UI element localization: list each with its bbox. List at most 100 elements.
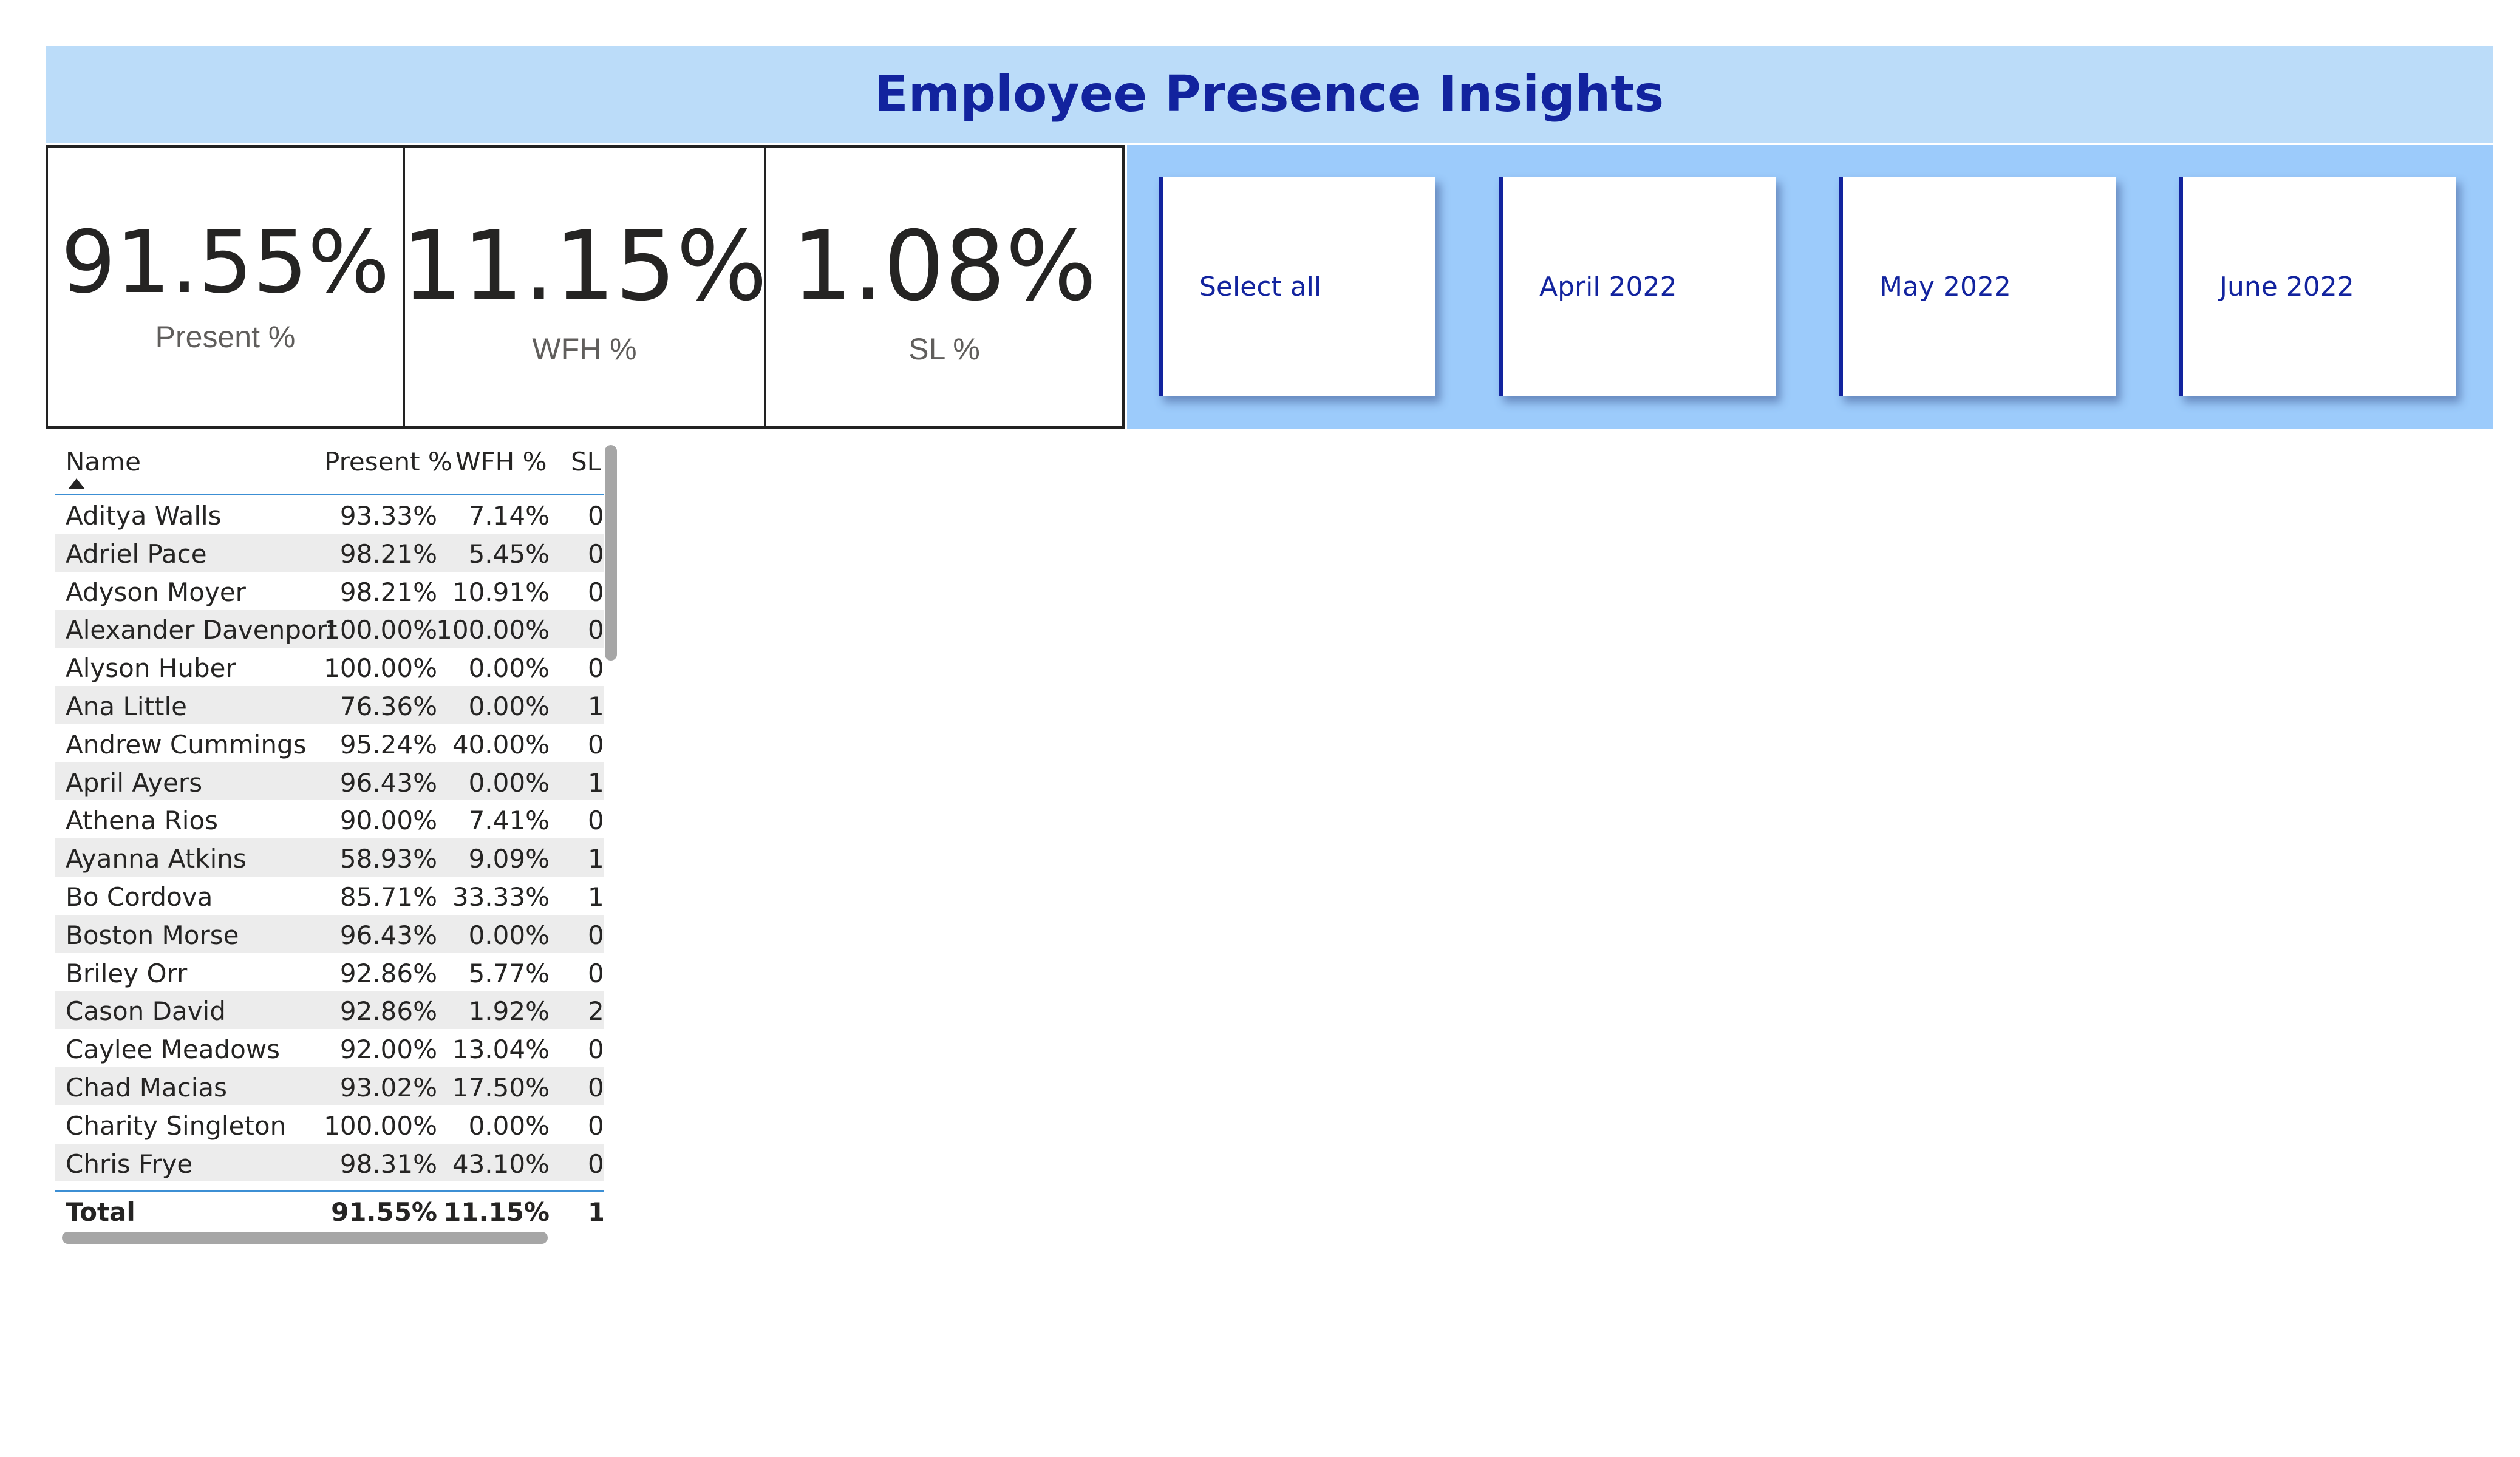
cell-wfh: 10.91% <box>452 577 550 607</box>
cell-wfh: 7.41% <box>468 806 550 836</box>
table-row[interactable]: Ana Little 76.36% 0.00% 1. <box>55 685 604 724</box>
cell-present: 92.86% <box>339 958 437 988</box>
cell-wfh: 33.33% <box>452 881 550 912</box>
cell-wfh: 0.00% <box>468 767 550 798</box>
cell-present: 96.43% <box>339 767 437 798</box>
table-row[interactable]: Ayanna Atkins 58.93% 9.09% 10. <box>55 838 604 877</box>
sort-ascending-icon <box>68 478 85 489</box>
cell-wfh: 1.92% <box>468 996 550 1027</box>
cell-name: Ayanna Atkins <box>66 844 247 874</box>
table-row[interactable]: April Ayers 96.43% 0.00% 1. <box>55 762 604 801</box>
cell-present: 92.00% <box>339 1034 437 1065</box>
cell-present: 85.71% <box>339 881 437 912</box>
cell-sl: 1. <box>588 767 603 798</box>
table-row[interactable]: Caylee Meadows 92.00% 13.04% 0. <box>55 1029 604 1067</box>
table-row[interactable]: Chad Macias 93.02% 17.50% 0. <box>55 1067 604 1105</box>
cell-present: 95.24% <box>339 729 437 759</box>
column-header-name[interactable]: Name <box>66 447 141 477</box>
cell-name: Charity Singleton <box>66 1110 287 1141</box>
cell-wfh: 0.00% <box>468 653 550 684</box>
horizontal-scrollbar[interactable] <box>62 1232 548 1244</box>
kpi-value: 11.15% <box>401 210 768 322</box>
kpi-card-sl: 1.08% SL % <box>764 145 1125 429</box>
cell-name: Briley Orr <box>66 958 188 988</box>
cell-present: 93.02% <box>339 1072 437 1102</box>
kpi-label: Present % <box>155 319 296 354</box>
cell-wfh: 0.00% <box>468 691 550 721</box>
cell-sl: 0. <box>588 577 603 607</box>
report-title: Employee Presence Insights <box>874 66 1664 123</box>
table-row[interactable]: Alyson Huber 100.00% 0.00% 0. <box>55 648 604 686</box>
table-body: Aditya Walls 93.33% 7.14% 0. Adriel Pace 98.2… <box>55 495 604 1187</box>
cell-sl: 0. <box>588 615 603 645</box>
table-row[interactable]: Adyson Moyer 98.21% 10.91% 0. <box>55 572 604 610</box>
cell-present: 100.00% <box>324 653 437 684</box>
cell-wfh: 13.04% <box>452 1034 550 1065</box>
cell-name: Adyson Moyer <box>66 577 246 607</box>
cell-name: Athena Rios <box>66 806 219 836</box>
column-header-sl[interactable]: SL <box>571 447 601 477</box>
column-header-present[interactable]: Present % <box>324 447 452 477</box>
table-row[interactable]: Charity Singleton 100.00% 0.00% 0. <box>55 1105 604 1144</box>
cell-present: 58.93% <box>339 844 437 874</box>
cell-name: Cason David <box>66 996 226 1027</box>
cell-wfh: 43.10% <box>452 1149 550 1179</box>
cell-wfh: 9.09% <box>468 844 550 874</box>
total-present: 91.55% <box>331 1197 437 1227</box>
cell-sl: 0. <box>588 1110 603 1141</box>
cell-name: Andrew Cummings <box>66 729 307 759</box>
cell-present: 90.00% <box>339 806 437 836</box>
table-row[interactable]: Adriel Pace 98.21% 5.45% 0. <box>55 533 604 572</box>
cell-wfh: 5.45% <box>468 538 550 569</box>
cell-present: 76.36% <box>339 691 437 721</box>
slicer-tile-april-2022[interactable]: April 2022 <box>1499 177 1776 396</box>
cell-name: Alyson Huber <box>66 653 236 684</box>
cell-sl: 0. <box>588 1149 603 1179</box>
cell-sl: 1. <box>588 691 603 721</box>
total-label: Total <box>66 1197 135 1227</box>
slicer-tile-select-all[interactable]: Select all <box>1159 177 1435 396</box>
cell-wfh: 5.77% <box>468 958 550 988</box>
cell-name: Ana Little <box>66 691 187 721</box>
cell-name: Boston Morse <box>66 920 239 950</box>
table-row[interactable]: Bo Cordova 85.71% 33.33% 1. <box>55 877 604 915</box>
month-slicer: Select all April 2022 May 2022 June 2022 <box>1127 145 2493 429</box>
cell-sl: 1. <box>588 881 603 912</box>
table-row[interactable]: Alexander Davenport100.00%100.00%0. <box>55 610 604 648</box>
table-row[interactable]: Chris Frye 98.31% 43.10% 0. <box>55 1143 604 1182</box>
cell-sl: 0. <box>588 729 603 759</box>
kpi-card-present: 91.55% Present % <box>46 145 405 429</box>
kpi-label: SL % <box>908 331 980 366</box>
kpi-label: WFH % <box>532 331 637 366</box>
cell-present: 98.31% <box>339 1149 437 1179</box>
column-header-wfh[interactable]: WFH % <box>455 447 547 477</box>
table-total-row: Total 91.55% 11.15% 1. <box>55 1190 604 1230</box>
table-row[interactable]: Briley Orr 92.86% 5.77% 0. <box>55 953 604 991</box>
cell-present: 100.00% <box>324 615 437 645</box>
cell-sl: 0. <box>588 806 603 836</box>
cell-wfh: 7.14% <box>468 501 550 531</box>
cell-name: Adriel Pace <box>66 538 207 569</box>
table-row[interactable]: Andrew Cummings 95.24% 40.00% 0. <box>55 724 604 762</box>
cell-sl: 0. <box>588 958 603 988</box>
cell-name: Bo Cordova <box>66 881 213 912</box>
slicer-tile-june-2022[interactable]: June 2022 <box>2179 177 2456 396</box>
table-row[interactable]: Ciara Allison100.00%0.00%0. <box>55 1181 604 1187</box>
kpi-card-wfh: 11.15% WFH % <box>401 145 768 429</box>
vertical-scrollbar[interactable] <box>605 445 617 661</box>
table-row[interactable]: Boston Morse 96.43% 0.00% 0. <box>55 914 604 953</box>
cell-wfh: 100.00% <box>436 615 550 645</box>
table-row[interactable]: Athena Rios 90.00% 7.41% 0. <box>55 800 604 838</box>
cell-name: Chad Macias <box>66 1072 228 1102</box>
cell-sl: 0. <box>588 501 603 531</box>
table-row[interactable]: Aditya Walls 93.33% 7.14% 0. <box>55 495 604 534</box>
cell-present: 98.21% <box>339 538 437 569</box>
table-header: Name Present % WFH % SL <box>55 442 604 495</box>
cell-wfh: 17.50% <box>452 1072 550 1102</box>
cell-wfh: 0.00% <box>468 920 550 950</box>
cell-present: 100.00% <box>324 1110 437 1141</box>
cell-sl: 0. <box>588 1034 603 1065</box>
table-row[interactable]: Cason David 92.86% 1.92% 2. <box>55 991 604 1030</box>
cell-name: April Ayers <box>66 767 203 798</box>
slicer-tile-may-2022[interactable]: May 2022 <box>1839 177 2116 396</box>
